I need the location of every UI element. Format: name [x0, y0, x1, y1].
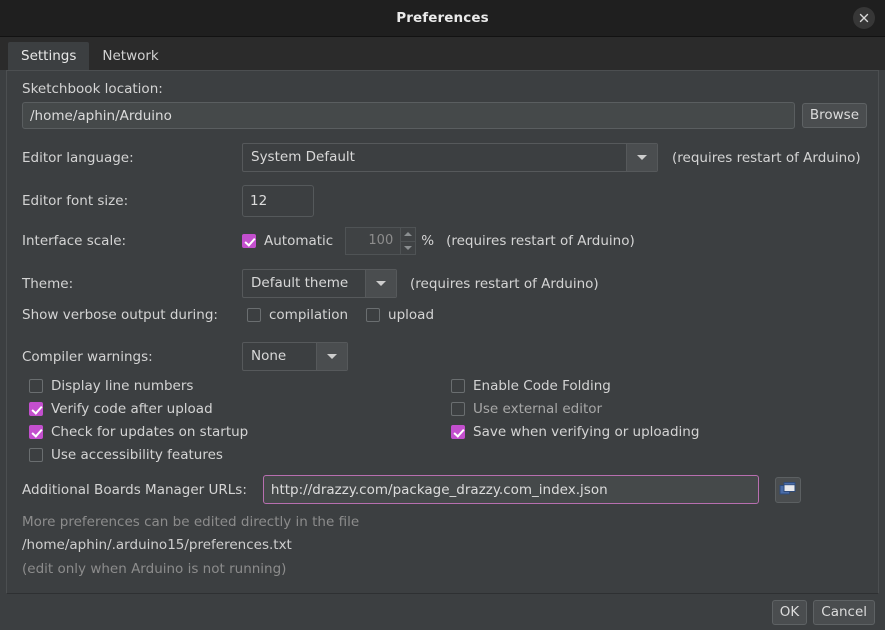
- preferences-note-line3-text: (edit only when Arduino is not running): [22, 561, 286, 577]
- tab-network[interactable]: Network: [89, 42, 171, 70]
- use-external-editor-label: Use external editor: [473, 401, 602, 417]
- check-for-updates-on-startup-checkbox[interactable]: [29, 425, 43, 439]
- editor-language-label: Editor language:: [22, 150, 242, 166]
- interface-scale-automatic-checkbox[interactable]: [242, 234, 256, 248]
- boards-manager-urls-input[interactable]: [263, 475, 759, 504]
- interface-scale-value[interactable]: 100: [345, 227, 400, 255]
- editor-font-size-row: Editor font size:: [22, 185, 314, 217]
- cancel-button[interactable]: Cancel: [813, 600, 875, 625]
- preferences-file-path: /home/aphin/.arduino15/preferences.txt: [22, 537, 292, 553]
- editor-language-hint: (requires restart of Arduino): [672, 150, 861, 166]
- boards-manager-urls-label: Additional Boards Manager URLs:: [22, 482, 247, 498]
- chevron-down-icon: [365, 270, 396, 297]
- title-bar: Preferences: [0, 0, 885, 37]
- compiler-warnings-row: Compiler warnings: None: [22, 342, 348, 371]
- enable-code-folding-label: Enable Code Folding: [473, 378, 611, 394]
- editor-language-row: Editor language: System Default (require…: [22, 143, 872, 172]
- preferences-note-line1: More preferences can be edited directly …: [22, 514, 359, 530]
- enable-code-folding-checkbox[interactable]: [451, 379, 465, 393]
- interface-scale-stepper[interactable]: 100: [345, 227, 416, 255]
- verbose-upload-checkbox[interactable]: [366, 308, 380, 322]
- compiler-warnings-select[interactable]: None: [242, 342, 348, 371]
- settings-panel: Sketchbook location: Browse Editor langu…: [6, 70, 879, 594]
- interface-scale-row: Interface scale: Automatic 100 % (requir…: [22, 227, 635, 255]
- stepper-down-icon[interactable]: [401, 242, 415, 255]
- chevron-down-icon: [626, 144, 657, 171]
- tab-network-label: Network: [102, 48, 158, 64]
- ok-button[interactable]: OK: [772, 600, 807, 625]
- display-line-numbers-label: Display line numbers: [51, 378, 193, 394]
- tab-bar: Settings Network: [0, 37, 885, 70]
- interface-scale-automatic[interactable]: Automatic: [242, 233, 333, 249]
- preferences-window: Preferences Settings Network Sketchbook …: [0, 0, 885, 630]
- verify-code-after-upload-row[interactable]: Verify code after upload: [29, 401, 213, 417]
- verbose-upload-label: upload: [388, 307, 434, 323]
- interface-scale-automatic-label: Automatic: [264, 233, 333, 249]
- verify-code-after-upload-label: Verify code after upload: [51, 401, 213, 417]
- open-window-icon[interactable]: [775, 477, 801, 503]
- chevron-down-icon: [316, 343, 347, 370]
- editor-language-select[interactable]: System Default: [242, 143, 658, 172]
- theme-select[interactable]: Default theme: [242, 269, 397, 298]
- tab-settings[interactable]: Settings: [8, 42, 89, 70]
- theme-label: Theme:: [22, 276, 242, 292]
- boards-manager-urls-row: Additional Boards Manager URLs:: [22, 475, 801, 504]
- dialog-footer: OK Cancel: [0, 594, 885, 630]
- enable-code-folding-row[interactable]: Enable Code Folding: [451, 378, 611, 394]
- interface-scale-hint: (requires restart of Arduino): [446, 233, 635, 249]
- sketchbook-location-label: Sketchbook location:: [22, 81, 163, 97]
- verbose-compilation-checkbox[interactable]: [247, 308, 261, 322]
- use-accessibility-features-label: Use accessibility features: [51, 447, 223, 463]
- close-icon[interactable]: [853, 7, 875, 29]
- window-title: Preferences: [0, 0, 885, 36]
- compiler-warnings-value: None: [243, 343, 316, 370]
- verbose-output-label: Show verbose output during:: [22, 307, 247, 323]
- editor-language-value: System Default: [243, 144, 626, 171]
- sketchbook-location-row: Browse: [22, 102, 867, 129]
- theme-hint: (requires restart of Arduino): [410, 276, 599, 292]
- use-accessibility-features-row[interactable]: Use accessibility features: [29, 447, 223, 463]
- use-accessibility-features-checkbox[interactable]: [29, 448, 43, 462]
- save-when-verifying-row[interactable]: Save when verifying or uploading: [451, 424, 699, 440]
- stepper-up-icon[interactable]: [401, 228, 415, 242]
- save-when-verifying-checkbox[interactable]: [451, 425, 465, 439]
- display-line-numbers-row[interactable]: Display line numbers: [29, 378, 193, 394]
- theme-value: Default theme: [243, 270, 365, 297]
- preferences-note-line1-text: More preferences can be edited directly …: [22, 514, 359, 530]
- check-for-updates-on-startup-label: Check for updates on startup: [51, 424, 248, 440]
- interface-scale-label: Interface scale:: [22, 233, 242, 249]
- theme-row: Theme: Default theme (requires restart o…: [22, 269, 599, 298]
- preferences-file-path-text: /home/aphin/.arduino15/preferences.txt: [22, 537, 292, 553]
- verbose-output-row: Show verbose output during: compilation …: [22, 307, 434, 323]
- browse-button[interactable]: Browse: [802, 103, 867, 128]
- verbose-upload-checkbox-row[interactable]: upload: [366, 307, 434, 323]
- use-external-editor-row[interactable]: Use external editor: [451, 401, 602, 417]
- use-external-editor-checkbox[interactable]: [451, 402, 465, 416]
- verbose-compilation-label: compilation: [269, 307, 348, 323]
- sketchbook-location-label-row: Sketchbook location:: [22, 81, 163, 97]
- sketchbook-location-input[interactable]: [22, 102, 795, 129]
- compiler-warnings-label: Compiler warnings:: [22, 349, 242, 365]
- interface-scale-percent: %: [421, 233, 434, 249]
- save-when-verifying-label: Save when verifying or uploading: [473, 424, 699, 440]
- tab-settings-label: Settings: [21, 48, 76, 64]
- display-line-numbers-checkbox[interactable]: [29, 379, 43, 393]
- verbose-compilation-checkbox-row[interactable]: compilation: [247, 307, 348, 323]
- verify-code-after-upload-checkbox[interactable]: [29, 402, 43, 416]
- editor-font-size-label: Editor font size:: [22, 193, 242, 209]
- check-for-updates-on-startup-row[interactable]: Check for updates on startup: [29, 424, 248, 440]
- preferences-note-line3: (edit only when Arduino is not running): [22, 561, 286, 577]
- editor-font-size-input[interactable]: [242, 185, 314, 217]
